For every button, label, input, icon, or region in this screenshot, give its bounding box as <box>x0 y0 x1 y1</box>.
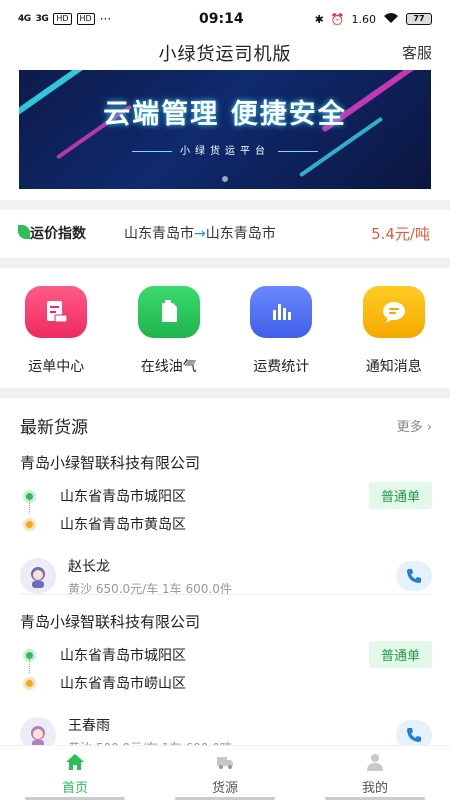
section-divider <box>0 388 450 398</box>
route-arrow-icon: → <box>194 226 206 242</box>
status-left: 4G 3G HD HD ··· <box>18 12 168 26</box>
call-button[interactable] <box>396 561 432 591</box>
cargo-route: 山东省青岛市城阳区 山东省青岛市黄岛区 普通单 <box>20 482 432 542</box>
promo-banner[interactable]: 云端管理 便捷安全 小绿货运平台 <box>19 70 431 189</box>
status-right: ✱ ⏰ 1.60 77 <box>315 12 432 27</box>
price-index-route: 山东青岛市→山东青岛市 <box>120 223 371 243</box>
company-name: 青岛小绿智联科技有限公司 <box>20 454 201 472</box>
fuel-icon <box>137 286 200 338</box>
route-from: 山东青岛市 <box>124 226 194 242</box>
tab-label: 首页 <box>61 781 88 796</box>
tab-label: 货源 <box>211 781 238 796</box>
quick-item-waybill[interactable]: 运单中心 <box>0 276 113 386</box>
tab-home[interactable]: 首页 <box>0 746 150 800</box>
route-end: 山东省青岛市黄岛区 <box>20 510 432 538</box>
route-end: 山东省青岛市崂山区 <box>20 669 432 697</box>
quick-item-label: 通知消息 <box>365 359 422 375</box>
price-index-label: 运价指数 <box>18 223 126 246</box>
message-icon <box>362 286 425 338</box>
quick-item-label: 在线油气 <box>140 359 197 375</box>
quick-item-label: 运单中心 <box>28 359 85 375</box>
price-index-row[interactable]: 运价指数 山东青岛市→山东青岛市 5.4元/吨 <box>0 210 450 256</box>
section-divider <box>0 200 450 210</box>
driver-name: 赵长龙 <box>68 558 110 575</box>
section-title: 最新货源 <box>20 417 88 438</box>
route-to-address: 山东省青岛市崂山区 <box>60 676 186 692</box>
signal-3g-icon: 3G <box>35 14 49 24</box>
battery-icon: 77 <box>406 13 432 25</box>
quick-item-label: 运费统计 <box>253 359 310 375</box>
signal-4g-icon: 4G <box>18 14 31 24</box>
bottom-tab-bar: 首页 货源 我的 <box>0 745 450 800</box>
cargo-section-header: 最新货源 更多 › <box>20 410 432 440</box>
hd-icon: HD <box>53 13 72 25</box>
route-connector <box>29 500 30 514</box>
route-connector <box>29 659 30 673</box>
card-separator <box>20 594 432 595</box>
volte-icon: HD <box>76 13 95 25</box>
network-speed: 1.60 <box>351 12 377 26</box>
banner-subline-text: 小绿货运平台 <box>180 146 270 157</box>
home-icon <box>66 754 84 770</box>
route-from-address: 山东省青岛市城阳区 <box>60 489 186 505</box>
user-icon <box>367 754 383 771</box>
stats-icon <box>250 286 313 338</box>
avatar <box>20 558 56 594</box>
end-dot-icon <box>26 679 33 687</box>
customer-service-button[interactable]: 客服 <box>402 42 432 63</box>
quick-menu: 运单中心 在线油气 运费统计 通知消息 <box>0 276 450 386</box>
quick-item-stats[interactable]: 运费统计 <box>225 276 338 386</box>
status-bar: 4G 3G HD HD ··· 09:14 ✱ ⏰ 1.60 77 <box>0 0 450 38</box>
start-dot-icon <box>26 492 33 500</box>
phone-icon <box>407 569 421 583</box>
order-type-badge: 普通单 <box>368 641 432 668</box>
tab-mine[interactable]: 我的 <box>300 746 450 800</box>
start-dot-icon <box>26 651 33 659</box>
tab-label: 我的 <box>361 781 388 796</box>
bluetooth-icon: ✱ <box>314 12 324 26</box>
more-label: 更多 <box>396 419 423 435</box>
status-time: 09:14 <box>199 11 244 27</box>
waybill-icon <box>25 286 88 338</box>
nav-bar: 小绿货运司机版 客服 <box>0 38 450 68</box>
driver-row: 赵长龙 黄沙 650.0元/车 1车 600.0件 <box>20 554 432 598</box>
banner-page-indicator <box>222 176 228 182</box>
alarm-icon: ⏰ <box>330 12 345 26</box>
section-divider <box>0 258 450 268</box>
banner-subline: 小绿货运平台 <box>19 142 431 157</box>
banner-headline: 云端管理 便捷安全 <box>103 99 347 130</box>
chevron-right-icon: › <box>426 419 432 435</box>
order-type-badge: 普通单 <box>368 482 432 509</box>
phone-icon <box>407 728 421 742</box>
wifi-icon <box>383 12 399 27</box>
more-link[interactable]: 更多 › <box>397 416 432 435</box>
tab-cargo[interactable]: 货源 <box>150 746 300 800</box>
company-name: 青岛小绿智联科技有限公司 <box>20 613 201 631</box>
end-dot-icon <box>26 520 33 528</box>
cargo-card[interactable]: 青岛小绿智联科技有限公司 山东省青岛市城阳区 山东省青岛市黄岛区 普通单 赵长龙… <box>20 452 432 598</box>
route-to-address: 山东省青岛市黄岛区 <box>60 517 186 533</box>
driver-name: 王春雨 <box>68 717 110 734</box>
quick-item-fuel[interactable]: 在线油气 <box>113 276 226 386</box>
truck-icon <box>217 757 233 769</box>
cargo-card[interactable]: 青岛小绿智联科技有限公司 山东省青岛市城阳区 山东省青岛市崂山区 普通单 王春雨… <box>20 611 432 757</box>
page-title: 小绿货运司机版 <box>158 44 292 65</box>
cargo-route: 山东省青岛市城阳区 山东省青岛市崂山区 普通单 <box>20 641 432 701</box>
driver-info: 赵长龙 黄沙 650.0元/车 1车 600.0件 <box>68 556 396 597</box>
price-index-value: 5.4元/吨 <box>371 224 430 243</box>
quick-item-messages[interactable]: 通知消息 <box>338 276 450 386</box>
more-dots-icon: ··· <box>99 12 112 26</box>
route-to: 山东青岛市 <box>205 226 276 242</box>
route-from-address: 山东省青岛市城阳区 <box>60 648 186 664</box>
